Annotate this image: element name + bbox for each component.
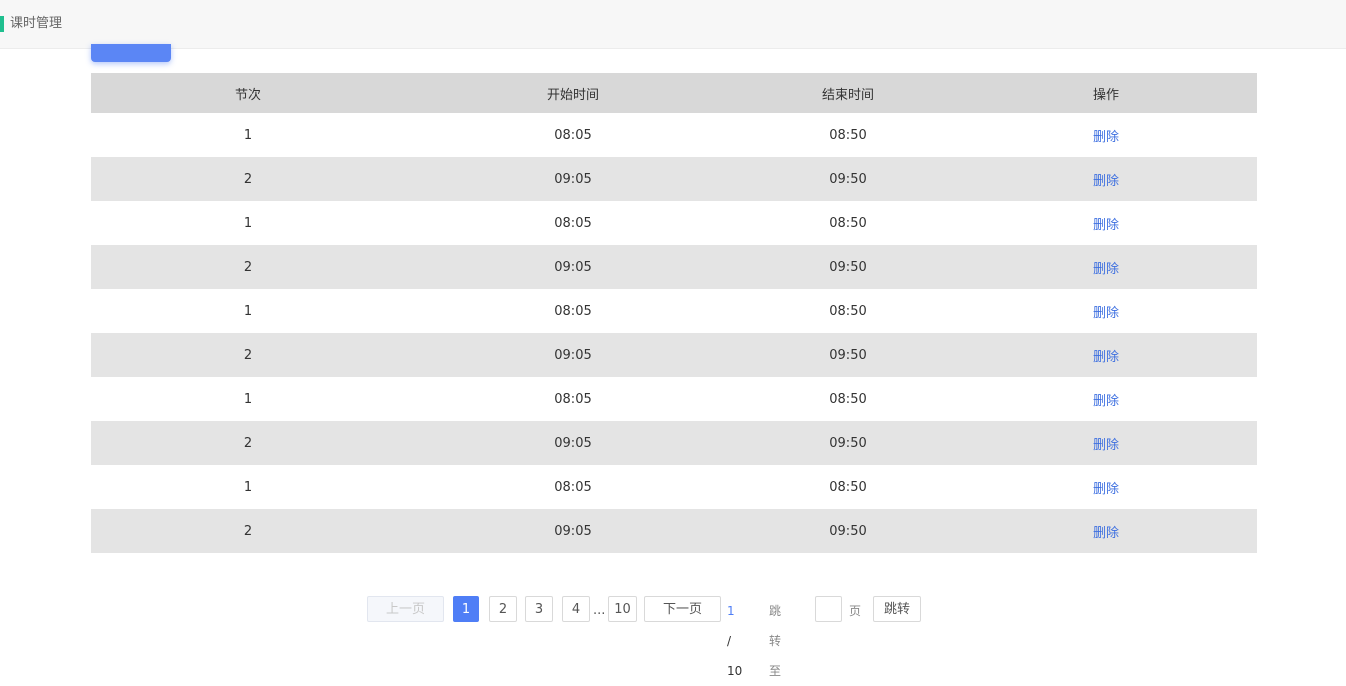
column-header-period: 节次 — [91, 73, 405, 113]
start-time-cell: 08:05 — [554, 127, 592, 143]
pagination-ellipsis: ... — [593, 603, 606, 618]
page-button-3[interactable]: 3 — [525, 596, 553, 622]
page-separator: / — [727, 634, 732, 648]
action-cell: 删除 — [955, 245, 1257, 289]
period-cell: 1 — [243, 479, 253, 495]
action-cell: 删除 — [955, 509, 1257, 553]
delete-link[interactable]: 删除 — [1093, 526, 1119, 541]
table-row: 2 09:05 09:50 删除 — [91, 157, 1257, 201]
table-row: 1 08:05 08:50 删除 — [91, 465, 1257, 509]
period-cell: 1 — [243, 215, 253, 231]
table-row: 1 08:05 08:50 删除 — [91, 201, 1257, 245]
start-time-cell: 08:05 — [554, 303, 592, 319]
delete-link[interactable]: 删除 — [1093, 306, 1119, 321]
delete-link[interactable]: 删除 — [1093, 262, 1119, 277]
page-button-1[interactable]: 1 — [453, 596, 479, 622]
start-time-cell: 09:05 — [405, 333, 741, 377]
table-row: 1 08:05 08:50 删除 — [91, 113, 1257, 157]
end-time-cell: 08:50 — [829, 127, 867, 143]
table-header-row: 节次 开始时间 结束时间 操作 — [91, 73, 1257, 113]
column-header-action: 操作 — [955, 73, 1257, 113]
prev-page-button[interactable]: 上一页 — [367, 596, 444, 622]
period-cell: 2 — [91, 509, 405, 553]
jump-button[interactable]: 跳转 — [873, 596, 921, 622]
page-position: 1 / 10 — [727, 596, 742, 678]
period-cell: 2 — [91, 157, 405, 201]
period-cell: 2 — [91, 421, 405, 465]
action-cell: 删除 — [955, 377, 1257, 421]
delete-link[interactable]: 删除 — [1093, 438, 1119, 453]
current-page-number: 1 — [727, 604, 735, 618]
table-row: 2 09:05 09:50 删除 — [91, 421, 1257, 465]
period-table: 节次 开始时间 结束时间 操作 1 08:05 08:50 删除 2 09:05… — [91, 73, 1257, 553]
next-page-button[interactable]: 下一页 — [644, 596, 721, 622]
delete-link[interactable]: 删除 — [1093, 350, 1119, 365]
page-title: 课时管理 — [10, 16, 63, 31]
table-row: 2 09:05 09:50 删除 — [91, 509, 1257, 553]
end-time-cell: 09:50 — [741, 509, 955, 553]
add-period-button[interactable] — [91, 44, 171, 62]
title-accent-bar — [0, 16, 4, 32]
delete-link[interactable]: 删除 — [1093, 174, 1119, 189]
page-unit-label: 页 — [849, 604, 862, 618]
start-time-cell: 09:05 — [405, 245, 741, 289]
end-time-cell: 08:50 — [829, 215, 867, 231]
page-button-2[interactable]: 2 — [489, 596, 517, 622]
table-row: 2 09:05 09:50 删除 — [91, 245, 1257, 289]
end-time-cell: 09:50 — [741, 245, 955, 289]
start-time-cell: 09:05 — [405, 509, 741, 553]
action-cell: 删除 — [955, 289, 1257, 333]
end-time-cell: 09:50 — [741, 157, 955, 201]
period-cell: 2 — [91, 245, 405, 289]
end-time-cell: 09:50 — [741, 333, 955, 377]
period-cell: 1 — [243, 303, 253, 319]
delete-link[interactable]: 删除 — [1093, 130, 1119, 145]
action-cell: 删除 — [955, 113, 1257, 157]
period-cell: 2 — [91, 333, 405, 377]
top-bar: 课时管理 — [0, 0, 1346, 49]
delete-link[interactable]: 删除 — [1093, 394, 1119, 409]
column-header-start-time: 开始时间 — [405, 73, 741, 113]
end-time-cell: 08:50 — [829, 303, 867, 319]
action-cell: 删除 — [955, 333, 1257, 377]
start-time-cell: 09:05 — [405, 157, 741, 201]
start-time-cell: 09:05 — [405, 421, 741, 465]
column-header-end-time: 结束时间 — [741, 73, 955, 113]
end-time-cell: 08:50 — [829, 479, 867, 495]
jump-page-input[interactable] — [815, 596, 842, 622]
end-time-cell: 09:50 — [741, 421, 955, 465]
jump-to-label: 跳转至 — [769, 604, 782, 678]
start-time-cell: 08:05 — [554, 391, 592, 407]
table-row: 2 09:05 09:50 删除 — [91, 333, 1257, 377]
page-button-4[interactable]: 4 — [562, 596, 590, 622]
action-cell: 删除 — [955, 421, 1257, 465]
period-cell: 1 — [243, 391, 253, 407]
table-row: 1 08:05 08:50 删除 — [91, 377, 1257, 421]
action-cell: 删除 — [955, 157, 1257, 201]
action-cell: 删除 — [955, 465, 1257, 509]
total-pages: 10 — [727, 664, 743, 678]
period-cell: 1 — [243, 127, 253, 143]
delete-link[interactable]: 删除 — [1093, 218, 1119, 233]
table-row: 1 08:05 08:50 删除 — [91, 289, 1257, 333]
page-button-10[interactable]: 10 — [608, 596, 637, 622]
start-time-cell: 08:05 — [554, 479, 592, 495]
action-cell: 删除 — [955, 201, 1257, 245]
delete-link[interactable]: 删除 — [1093, 482, 1119, 497]
start-time-cell: 08:05 — [554, 215, 592, 231]
end-time-cell: 08:50 — [829, 391, 867, 407]
